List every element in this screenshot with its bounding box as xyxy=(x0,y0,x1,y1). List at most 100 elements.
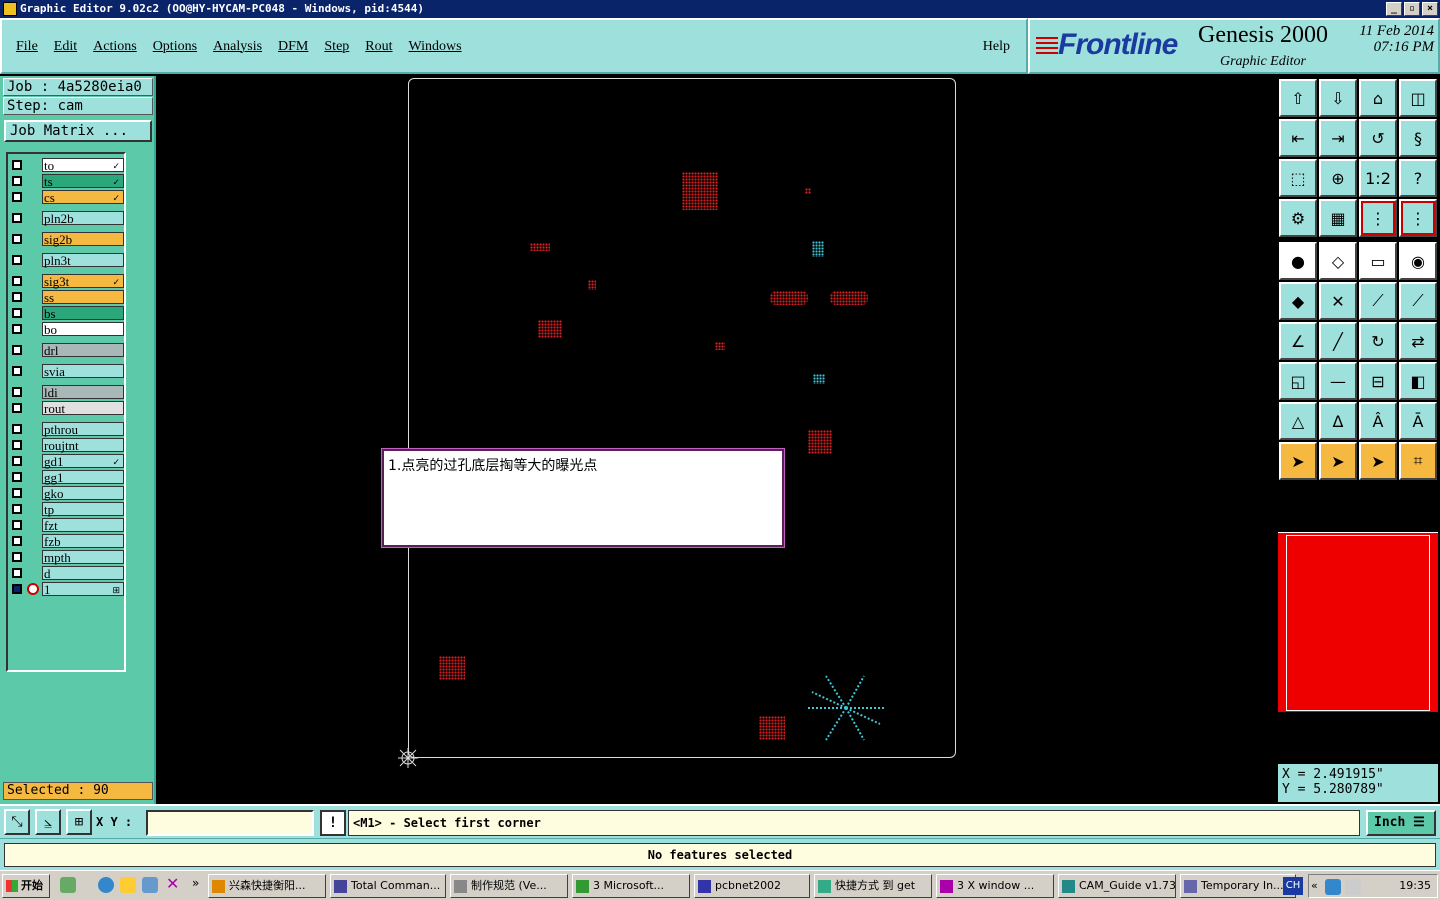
layer-checkbox[interactable] xyxy=(12,255,22,265)
prompt-info-icon[interactable]: ! xyxy=(320,810,346,836)
layer-row[interactable]: 1 ⊞ xyxy=(8,582,126,596)
layer-row[interactable]: gd1 ✓ xyxy=(8,454,126,468)
angle-icon[interactable]: ∠ xyxy=(1279,322,1317,360)
overview-map[interactable] xyxy=(1278,532,1438,712)
menu-options[interactable]: Options xyxy=(153,39,197,55)
select2-icon[interactable]: ➤ xyxy=(1359,442,1397,480)
ruler-icon[interactable]: ▭ xyxy=(1359,242,1397,280)
left-icon[interactable]: ⇤ xyxy=(1279,119,1317,157)
xwin-icon[interactable]: ✕ xyxy=(166,876,182,893)
layer-name[interactable]: sig3t ✓ xyxy=(42,274,124,288)
layer-name[interactable]: sig2b xyxy=(42,232,124,246)
layer-row[interactable]: gg1 xyxy=(8,470,126,484)
layer-checkbox[interactable] xyxy=(12,387,22,397)
layer-name[interactable]: d xyxy=(42,566,124,580)
layer-name[interactable]: pthrou xyxy=(42,422,124,436)
taskbar-button[interactable]: CAM_Guide v1.73 xyxy=(1058,874,1176,898)
layer-row[interactable]: tp xyxy=(8,502,126,516)
layer-checkbox[interactable] xyxy=(12,366,22,376)
tools-icon[interactable]: ⚙ xyxy=(1279,199,1317,237)
layer-name[interactable]: drl xyxy=(42,343,124,357)
layer-checkbox[interactable] xyxy=(12,403,22,413)
layer-checkbox[interactable] xyxy=(12,472,22,482)
layer-row[interactable]: gko xyxy=(8,486,126,500)
layer-name[interactable]: to ✓ xyxy=(42,158,124,172)
menu-help[interactable]: Help xyxy=(983,39,1010,55)
layer-row[interactable]: ts ✓ xyxy=(8,174,126,188)
connect-icon[interactable]: ⟋ xyxy=(1359,282,1397,320)
layer-checkbox[interactable] xyxy=(12,424,22,434)
layer-row[interactable]: cs ✓ xyxy=(8,190,126,204)
volume-icon[interactable] xyxy=(1345,879,1361,895)
maximize-button[interactable]: ▫ xyxy=(1404,2,1420,16)
layer-row[interactable]: fzb xyxy=(8,534,126,548)
step-icon[interactable]: § xyxy=(1399,119,1437,157)
layer-checkbox[interactable] xyxy=(12,536,22,546)
more-chevron-icon[interactable]: » xyxy=(192,877,208,893)
layer-row[interactable]: svia xyxy=(8,364,126,378)
layer-checkbox[interactable] xyxy=(12,584,22,594)
menu-actions[interactable]: Actions xyxy=(93,39,137,55)
layer-checkbox[interactable] xyxy=(12,276,22,286)
layer-row[interactable]: fzt xyxy=(8,518,126,532)
layer-name[interactable]: pln2b xyxy=(42,211,124,225)
taskbar-button[interactable]: pcbnet2002 xyxy=(694,874,810,898)
snap2-icon[interactable]: ⋮ xyxy=(1399,199,1437,237)
layer-name[interactable]: roujtnt xyxy=(42,438,124,452)
graphic-canvas[interactable] xyxy=(158,76,1276,804)
layer-name[interactable]: tp xyxy=(42,502,124,516)
taskbar-button[interactable]: 3 Microsoft... xyxy=(572,874,690,898)
split-icon[interactable]: ◫ xyxy=(1399,79,1437,117)
layer-name[interactable]: ts ✓ xyxy=(42,174,124,188)
layer-checkbox[interactable] xyxy=(12,213,22,223)
layer-row[interactable]: d xyxy=(8,566,126,580)
layer-name[interactable]: rout xyxy=(42,401,124,415)
grid-icon[interactable]: ▦ xyxy=(1319,199,1357,237)
layer-name[interactable]: bs xyxy=(42,306,124,320)
snap-grid-icon[interactable]: ⊞ xyxy=(66,809,92,835)
dash-icon[interactable]: — xyxy=(1319,362,1357,400)
menu-windows[interactable]: Windows xyxy=(409,39,462,55)
layer-checkbox[interactable] xyxy=(12,176,22,186)
menu-rout[interactable]: Rout xyxy=(365,39,392,55)
layer-row[interactable]: sig2b xyxy=(8,232,126,246)
home-icon[interactable]: ⇧ xyxy=(1279,79,1317,117)
flip-icon[interactable]: ⇄ xyxy=(1399,322,1437,360)
layer-checkbox[interactable] xyxy=(12,234,22,244)
link-icon[interactable]: ⟋ xyxy=(1399,282,1437,320)
cross-icon[interactable]: ✕ xyxy=(1319,282,1357,320)
layer-row[interactable]: ldi xyxy=(8,385,126,399)
layer-checkbox[interactable] xyxy=(12,568,22,578)
scale-icon[interactable]: 1:2 xyxy=(1359,159,1397,197)
record-icon[interactable]: ● xyxy=(1279,242,1317,280)
start-button[interactable]: 开始 xyxy=(2,874,50,898)
a2-icon[interactable]: Â xyxy=(1359,402,1397,440)
layer-checkbox[interactable] xyxy=(12,520,22,530)
node-icon[interactable]: ◆ xyxy=(1279,282,1317,320)
language-indicator[interactable]: CH xyxy=(1283,877,1303,895)
minimize-button[interactable]: _ xyxy=(1386,2,1402,16)
help-icon[interactable]: ? xyxy=(1399,159,1437,197)
pad-icon[interactable]: ◱ xyxy=(1279,362,1317,400)
taskbar-button[interactable]: 制作规范 (Ve... xyxy=(450,874,568,898)
layer-name[interactable]: ldi xyxy=(42,385,124,399)
select-icon[interactable]: ➤ xyxy=(1319,442,1357,480)
layer-checkbox[interactable] xyxy=(12,345,22,355)
layer-name[interactable]: gd1 ✓ xyxy=(42,454,124,468)
layer-checkbox[interactable] xyxy=(12,308,22,318)
layer-row[interactable]: drl xyxy=(8,343,126,357)
close-button[interactable]: × xyxy=(1422,2,1438,16)
menu-dfm[interactable]: DFM xyxy=(278,39,308,55)
taskbar-button[interactable]: 兴森快捷衡阳... xyxy=(208,874,326,898)
tray-expand-icon[interactable]: « xyxy=(1311,879,1318,892)
layer-row[interactable]: pln3t xyxy=(8,253,126,267)
house-icon[interactable]: ⌂ xyxy=(1359,79,1397,117)
layer-name[interactable]: fzb xyxy=(42,534,124,548)
taskbar-button[interactable]: Total Comman... xyxy=(330,874,446,898)
layer-row[interactable]: rout xyxy=(8,401,126,415)
units-selector[interactable]: Inch ☰ xyxy=(1366,810,1436,836)
layer-checkbox[interactable] xyxy=(12,488,22,498)
layer-name[interactable]: gg1 xyxy=(42,470,124,484)
layer-name[interactable]: svia xyxy=(42,364,124,378)
right-icon[interactable]: ⇥ xyxy=(1319,119,1357,157)
